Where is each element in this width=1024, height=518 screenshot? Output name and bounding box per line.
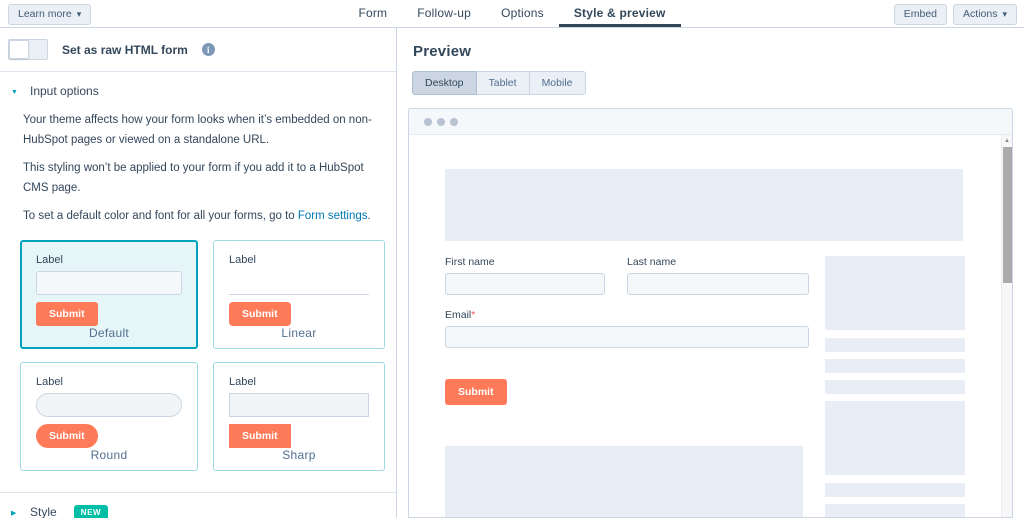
card-caption: Default	[88, 325, 130, 340]
chevron-down-icon	[11, 87, 19, 96]
toggle-knob	[9, 40, 29, 59]
card-caption: Sharp	[282, 447, 316, 462]
input-options-header[interactable]: Input options	[0, 72, 396, 102]
card-submit-button: Submit	[36, 423, 98, 448]
window-dot-icon	[424, 117, 432, 126]
actions-button[interactable]: Actions	[953, 4, 1017, 25]
style-sidebar: Set as raw HTML form Input options Your …	[0, 28, 397, 518]
top-toolbar: Learn more Form Follow-up Options Style …	[0, 0, 1024, 28]
theme-description-2: This styling won’t be applied to your fo…	[23, 162, 364, 194]
editor-tabs: Form Follow-up Options Style & preview	[0, 0, 1024, 27]
raw-html-toggle-label: Set as raw HTML form	[62, 42, 188, 57]
card-caption: Round	[90, 447, 128, 462]
theme-card-default[interactable]: Label Submit Default	[20, 239, 198, 349]
content-placeholder	[445, 446, 803, 517]
card-submit-button: Submit	[229, 301, 291, 326]
theme-description-3: To set a default color and font for all …	[23, 207, 378, 227]
sidebar-placeholders	[825, 256, 965, 517]
style-section-header[interactable]: Style NEW	[0, 491, 396, 518]
theme-card-round[interactable]: Label Submit Round	[20, 361, 198, 471]
tab-style-and-preview[interactable]: Style & preview	[558, 0, 681, 27]
card-input-preview	[36, 392, 182, 417]
first-name-field-group: First name	[445, 256, 605, 295]
sidebar-line-placeholder	[825, 380, 965, 394]
last-name-label: Last name	[627, 256, 677, 268]
style-section-title: Style	[30, 505, 57, 518]
embed-label: Embed	[903, 8, 938, 20]
chevron-right-icon	[11, 508, 19, 517]
email-label-text: Email	[445, 309, 472, 321]
card-field-label: Label	[36, 253, 63, 266]
input-options-title: Input options	[30, 84, 99, 98]
theme-card-sharp[interactable]: Label Submit Sharp	[213, 361, 385, 471]
sidebar-line-placeholder	[825, 338, 965, 352]
tab-form[interactable]: Form	[343, 0, 402, 27]
sidebar-line-placeholder	[825, 359, 965, 373]
card-field-label: Label	[229, 253, 256, 266]
device-tab-mobile[interactable]: Mobile	[528, 71, 586, 95]
card-field-label: Label	[36, 375, 63, 388]
chevron-down-icon	[1002, 8, 1007, 21]
email-input[interactable]	[445, 326, 809, 348]
first-name-input[interactable]	[445, 273, 605, 295]
card-caption: Linear	[281, 325, 317, 340]
raw-html-toggle-row: Set as raw HTML form	[0, 28, 396, 72]
info-icon[interactable]	[201, 43, 215, 56]
theme-description-3-text: To set a default color and font for all …	[23, 210, 298, 223]
device-tab-desktop[interactable]: Desktop	[412, 71, 477, 95]
theme-description-1: Your theme affects how your form looks w…	[23, 114, 372, 146]
form-settings-link[interactable]: Form settings	[298, 210, 368, 222]
theme-cards: Label Submit Default Label Submit Linear…	[20, 239, 396, 471]
theme-card-linear[interactable]: Label Submit Linear	[213, 239, 385, 349]
card-field-label: Label	[229, 375, 256, 388]
sidebar-line-placeholder	[825, 483, 965, 497]
last-name-field-group: Last name	[627, 256, 809, 295]
scroll-up-arrow-icon[interactable]	[1002, 135, 1012, 146]
hero-placeholder	[445, 169, 963, 241]
card-input-preview	[36, 270, 182, 295]
sidebar-block-placeholder	[825, 256, 965, 330]
device-tab-tablet[interactable]: Tablet	[475, 71, 530, 95]
actions-label: Actions	[963, 8, 998, 20]
card-input-preview	[229, 392, 369, 417]
new-badge: NEW	[73, 504, 109, 518]
browser-mockup: First name Last name Email* Submit ▲	[408, 108, 1013, 518]
preview-scrollbar[interactable]	[1001, 135, 1012, 517]
preview-title: Preview	[413, 43, 472, 60]
card-input-preview	[229, 271, 369, 295]
tab-follow-up[interactable]: Follow-up	[402, 0, 486, 27]
window-dot-icon	[450, 117, 458, 126]
first-name-label: First name	[445, 256, 495, 268]
tab-options[interactable]: Options	[486, 0, 559, 27]
device-tabs: Desktop Tablet Mobile	[412, 71, 1024, 95]
card-submit-button: Submit	[229, 423, 291, 448]
email-label: Email*	[445, 309, 809, 321]
sidebar-line-placeholder	[825, 504, 965, 517]
theme-description-3-period: .	[367, 210, 371, 223]
required-asterisk: *	[471, 309, 476, 321]
window-dot-icon	[437, 117, 445, 126]
browser-mockup-titlebar	[409, 109, 1012, 135]
embed-button[interactable]: Embed	[893, 4, 948, 25]
form-preview: First name Last name Email* Submit	[445, 256, 809, 517]
raw-html-toggle[interactable]	[8, 39, 48, 60]
preview-submit-button[interactable]: Submit	[445, 379, 507, 405]
sidebar-block-placeholder	[825, 401, 965, 475]
preview-panel: Preview Desktop Tablet Mobile First name	[397, 28, 1024, 518]
form-preview-canvas: First name Last name Email* Submit ▲	[409, 135, 1012, 517]
card-submit-button: Submit	[36, 301, 98, 326]
last-name-input[interactable]	[627, 273, 809, 295]
scrollbar-thumb[interactable]	[1003, 147, 1012, 283]
email-field-group: Email*	[445, 309, 809, 348]
